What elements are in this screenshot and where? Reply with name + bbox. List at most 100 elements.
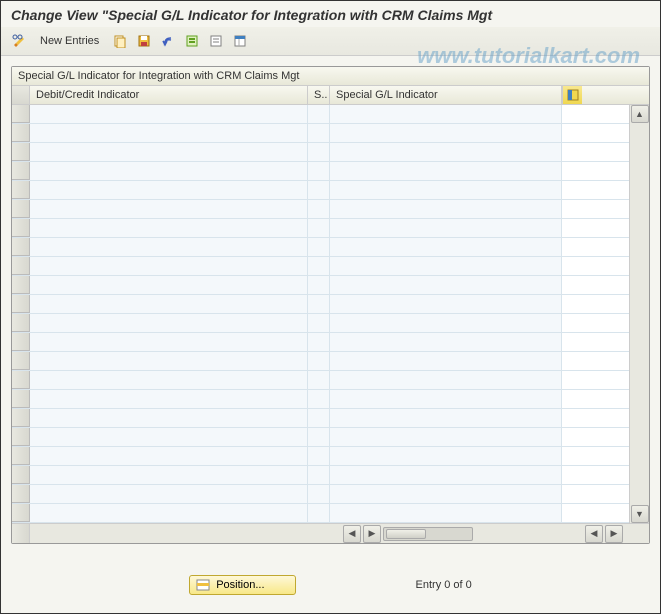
- cell-special-gl[interactable]: [330, 238, 562, 256]
- cell-special-gl[interactable]: [330, 105, 562, 123]
- cell-debit-credit[interactable]: [30, 276, 308, 294]
- cell-s[interactable]: [308, 409, 330, 427]
- cell-debit-credit[interactable]: [30, 219, 308, 237]
- cell-special-gl[interactable]: [330, 314, 562, 332]
- row-handle[interactable]: [12, 466, 30, 484]
- cell-special-gl[interactable]: [330, 219, 562, 237]
- column-header-s[interactable]: S..: [308, 86, 330, 104]
- cell-s[interactable]: [308, 390, 330, 408]
- row-handle[interactable]: [12, 124, 30, 142]
- cell-debit-credit[interactable]: [30, 352, 308, 370]
- cell-s[interactable]: [308, 485, 330, 503]
- select-all-button[interactable]: [182, 31, 202, 51]
- hscroll-thumb[interactable]: [386, 529, 426, 539]
- cell-s[interactable]: [308, 352, 330, 370]
- cell-debit-credit[interactable]: [30, 428, 308, 446]
- cell-debit-credit[interactable]: [30, 466, 308, 484]
- scroll-track[interactable]: [630, 123, 649, 505]
- row-handle[interactable]: [12, 219, 30, 237]
- cell-s[interactable]: [308, 238, 330, 256]
- cell-special-gl[interactable]: [330, 124, 562, 142]
- cell-s[interactable]: [308, 162, 330, 180]
- cell-debit-credit[interactable]: [30, 105, 308, 123]
- cell-special-gl[interactable]: [330, 143, 562, 161]
- cell-debit-credit[interactable]: [30, 181, 308, 199]
- cell-debit-credit[interactable]: [30, 390, 308, 408]
- undo-button[interactable]: [158, 31, 178, 51]
- row-handle[interactable]: [12, 162, 30, 180]
- column-header-debit-credit[interactable]: Debit/Credit Indicator: [30, 86, 308, 104]
- scroll-left-button[interactable]: ◀: [343, 525, 361, 543]
- cell-s[interactable]: [308, 371, 330, 389]
- row-handle[interactable]: [12, 200, 30, 218]
- cell-debit-credit[interactable]: [30, 409, 308, 427]
- cell-debit-credit[interactable]: [30, 485, 308, 503]
- row-handle[interactable]: [12, 314, 30, 332]
- cell-s[interactable]: [308, 295, 330, 313]
- cell-special-gl[interactable]: [330, 409, 562, 427]
- vertical-scrollbar[interactable]: ▲ ▼: [629, 105, 649, 523]
- print-button[interactable]: [230, 31, 250, 51]
- cell-debit-credit[interactable]: [30, 162, 308, 180]
- cell-special-gl[interactable]: [330, 200, 562, 218]
- cell-s[interactable]: [308, 257, 330, 275]
- cell-debit-credit[interactable]: [30, 143, 308, 161]
- row-handle[interactable]: [12, 447, 30, 465]
- scroll-right-button[interactable]: ▶: [363, 525, 381, 543]
- cell-s[interactable]: [308, 447, 330, 465]
- new-entries-button[interactable]: New Entries: [33, 32, 106, 50]
- cell-debit-credit[interactable]: [30, 124, 308, 142]
- row-handle[interactable]: [12, 333, 30, 351]
- scroll-right-button-2[interactable]: ▶: [605, 525, 623, 543]
- column-header-special-gl[interactable]: Special G/L Indicator: [330, 86, 562, 104]
- cell-s[interactable]: [308, 466, 330, 484]
- row-handle[interactable]: [12, 238, 30, 256]
- cell-special-gl[interactable]: [330, 428, 562, 446]
- cell-special-gl[interactable]: [330, 295, 562, 313]
- row-handle[interactable]: [12, 409, 30, 427]
- row-handle[interactable]: [12, 485, 30, 503]
- cell-special-gl[interactable]: [330, 371, 562, 389]
- row-handle[interactable]: [12, 371, 30, 389]
- row-handle[interactable]: [12, 143, 30, 161]
- position-button[interactable]: Position...: [189, 575, 295, 595]
- cell-s[interactable]: [308, 181, 330, 199]
- cell-s[interactable]: [308, 200, 330, 218]
- cell-s[interactable]: [308, 276, 330, 294]
- row-handle[interactable]: [12, 428, 30, 446]
- cell-debit-credit[interactable]: [30, 371, 308, 389]
- copy-button[interactable]: [110, 31, 130, 51]
- deselect-all-button[interactable]: [206, 31, 226, 51]
- cell-debit-credit[interactable]: [30, 504, 308, 522]
- cell-s[interactable]: [308, 143, 330, 161]
- cell-s[interactable]: [308, 124, 330, 142]
- row-handle[interactable]: [12, 257, 30, 275]
- cell-s[interactable]: [308, 105, 330, 123]
- row-handle[interactable]: [12, 352, 30, 370]
- scroll-left-button-2[interactable]: ◀: [585, 525, 603, 543]
- cell-s[interactable]: [308, 314, 330, 332]
- toggle-button[interactable]: [9, 31, 29, 51]
- cell-special-gl[interactable]: [330, 257, 562, 275]
- hscroll-track[interactable]: [383, 527, 473, 541]
- cell-special-gl[interactable]: [330, 352, 562, 370]
- cell-special-gl[interactable]: [330, 466, 562, 484]
- scroll-down-button[interactable]: ▼: [631, 505, 649, 523]
- cell-special-gl[interactable]: [330, 447, 562, 465]
- cell-debit-credit[interactable]: [30, 447, 308, 465]
- row-handle[interactable]: [12, 181, 30, 199]
- cell-special-gl[interactable]: [330, 504, 562, 522]
- row-handle[interactable]: [12, 105, 30, 123]
- cell-debit-credit[interactable]: [30, 314, 308, 332]
- cell-s[interactable]: [308, 428, 330, 446]
- scroll-up-button[interactable]: ▲: [631, 105, 649, 123]
- cell-special-gl[interactable]: [330, 162, 562, 180]
- cell-debit-credit[interactable]: [30, 200, 308, 218]
- cell-special-gl[interactable]: [330, 390, 562, 408]
- row-handle[interactable]: [12, 295, 30, 313]
- cell-debit-credit[interactable]: [30, 333, 308, 351]
- row-handle[interactable]: [12, 390, 30, 408]
- cell-s[interactable]: [308, 333, 330, 351]
- row-handle[interactable]: [12, 276, 30, 294]
- cell-s[interactable]: [308, 219, 330, 237]
